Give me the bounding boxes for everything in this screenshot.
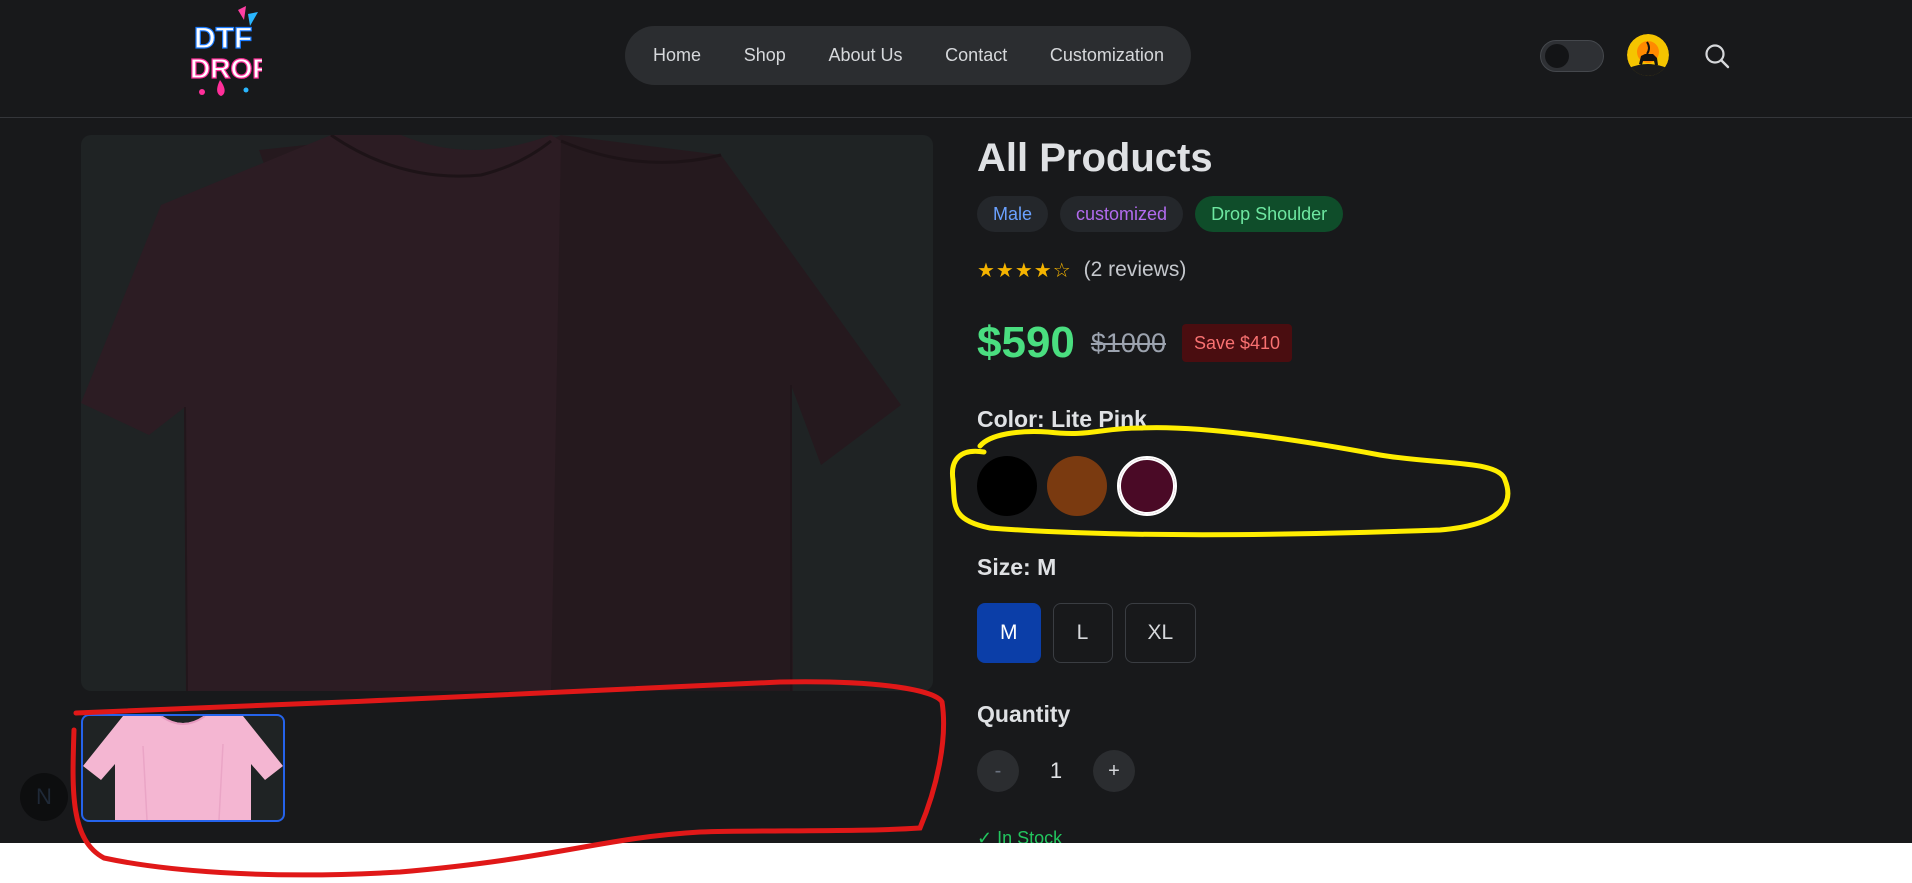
nav-customization[interactable]: Customization [1050,45,1164,66]
logo-text-top: DTF [194,22,252,55]
toggle-knob [1545,44,1569,68]
size-option-xl[interactable]: XL [1124,603,1197,663]
quantity-value: 1 [1049,758,1063,783]
logo-text-bottom: DROP [190,53,262,84]
star-rating-icon: ★★★★☆ [977,258,1072,282]
savings-badge: Save $410 [1181,324,1293,362]
color-swatch-black[interactable] [977,456,1037,516]
quantity-label: Quantity [977,701,1071,727]
theme-toggle[interactable] [1540,40,1604,72]
user-avatar[interactable] [1627,34,1669,76]
color-swatches [977,456,1177,516]
price-row: $590 $1000 Save $410 [977,318,1293,368]
quantity-increase-button[interactable]: + [1093,750,1135,792]
size-option-l[interactable]: L [1052,603,1113,663]
tag-drop-shoulder[interactable]: Drop Shoulder [1195,196,1344,232]
product-rating: ★★★★☆ (2 reviews) [977,258,1186,282]
site-header: DTF DROP Home Shop About Us Contact Cust… [0,0,1912,118]
nav-contact[interactable]: Contact [945,45,1007,66]
original-price: $1000 [1090,327,1166,358]
search-icon[interactable] [1703,42,1731,70]
tag-male[interactable]: Male [977,196,1049,232]
current-price: $590 [977,318,1075,367]
nav-about-us[interactable]: About Us [828,45,902,66]
floating-action-button[interactable]: N [20,773,68,821]
color-swatch-maroon[interactable] [1117,456,1177,516]
size-option-m[interactable]: M [977,603,1041,663]
product-page: DTF DROP Home Shop About Us Contact Cust… [0,0,1912,843]
quantity-stepper: - 1 + [977,750,1135,792]
size-label: Size: M [977,554,1057,580]
color-swatch-brown[interactable] [1047,456,1107,516]
size-options: M L XL [977,603,1197,663]
main-product-image[interactable] [81,135,933,691]
product-thumbnail[interactable] [81,714,285,822]
site-logo[interactable]: DTF DROP [188,6,272,102]
nav-home[interactable]: Home [653,45,701,66]
product-tags: Male customized Drop Shoulder [977,196,1344,232]
product-title: All Products [977,136,1213,180]
main-nav: Home Shop About Us Contact Customization [625,26,1191,85]
nav-shop[interactable]: Shop [744,45,786,66]
color-label: Color: Lite Pink [977,406,1147,432]
reviews-link[interactable]: (2 reviews) [1084,258,1187,282]
stock-status: ✓ In Stock [977,828,1063,843]
tag-customized[interactable]: customized [1060,196,1184,232]
quantity-decrease-button[interactable]: - [977,750,1019,792]
